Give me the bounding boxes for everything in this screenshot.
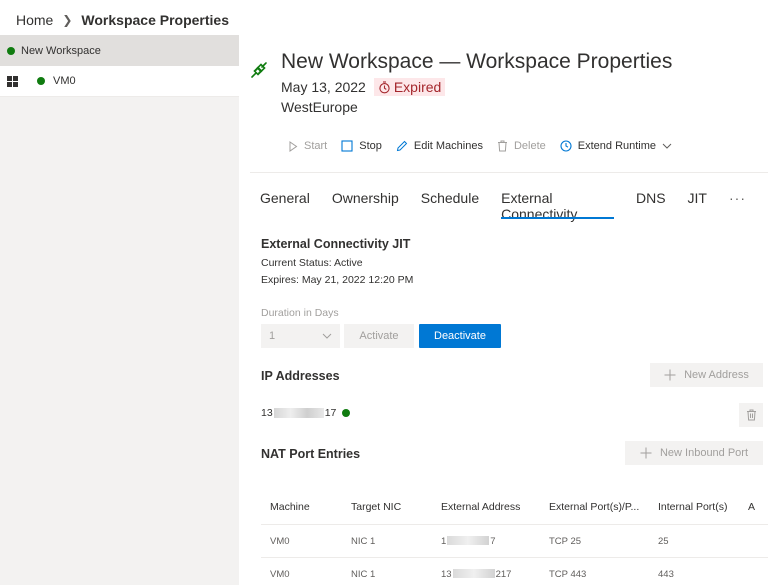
duration-dropdown[interactable]: 1 — [261, 324, 340, 348]
table-row[interactable]: VM0 NIC 1 13 217 TCP 443 443 — [261, 558, 768, 585]
workspace-region: WestEurope — [281, 99, 358, 115]
tab-external-connectivity[interactable]: External Connectivity — [501, 190, 614, 222]
stop-button[interactable]: Stop — [341, 140, 382, 152]
status-dot-icon — [37, 77, 45, 85]
nat-section-title: NAT Port Entries — [261, 447, 361, 461]
sidebar-item-vm0[interactable]: VM0 — [0, 66, 239, 97]
column-header[interactable]: External Port(s)/P... — [549, 501, 658, 513]
status-dot-icon — [342, 409, 351, 417]
cell-external-address: 13 217 — [441, 569, 549, 580]
address-start: 13 — [441, 568, 452, 580]
sidebar: New Workspace VM0 — [0, 35, 239, 585]
page-title: New Workspace — Workspace Properties — [281, 50, 673, 73]
redacted-text — [447, 536, 490, 546]
new-address-label: New Address — [684, 369, 749, 381]
delete-button[interactable]: Delete — [497, 140, 546, 152]
ip-address-end: 17 — [324, 407, 337, 419]
start-button-label: Start — [304, 140, 328, 152]
column-header[interactable]: Machine — [261, 501, 351, 513]
connectivity-plug-icon — [251, 62, 267, 78]
cell-machine: VM0 — [270, 535, 290, 547]
new-inbound-port-label: New Inbound Port — [659, 447, 749, 459]
edit-machines-button[interactable]: Edit Machines — [396, 140, 483, 152]
duration-value: 1 — [269, 330, 276, 342]
chevron-down-icon — [322, 333, 332, 339]
cell-internal-port: 25 — [658, 535, 669, 547]
header-subline: May 13, 2022 Expired — [281, 77, 446, 97]
ip-address-start: 13 — [261, 407, 273, 419]
windows-icon — [7, 75, 18, 87]
main-panel: New Workspace — Workspace Properties May… — [250, 35, 768, 585]
cell-internal-port: 443 — [658, 568, 674, 580]
new-address-button[interactable]: New Address — [650, 363, 763, 387]
start-button[interactable]: Start — [288, 140, 327, 152]
redacted-text — [452, 569, 495, 579]
workspace-date: May 13, 2022 — [281, 79, 366, 95]
tab-schedule[interactable]: Schedule — [421, 190, 479, 216]
stop-button-label: Stop — [359, 140, 382, 152]
pencil-icon — [396, 140, 408, 152]
duration-label: Duration in Days — [261, 307, 339, 319]
tab-more-button[interactable]: ··· — [729, 190, 746, 216]
redacted-text — [273, 408, 324, 418]
activate-button[interactable]: Activate — [344, 324, 414, 348]
column-header[interactable]: External Address — [441, 501, 549, 513]
column-header[interactable]: A — [748, 501, 768, 513]
tab-general[interactable]: General — [260, 190, 310, 216]
delete-ip-button[interactable] — [739, 403, 763, 427]
column-header[interactable]: Target NIC — [351, 501, 441, 513]
cell-external-port: TCP 443 — [549, 568, 587, 580]
cell-external-address: 17 — [441, 536, 549, 547]
breadcrumb: Home ❯ Workspace Properties — [16, 10, 229, 30]
sidebar-item-label: VM0 — [53, 75, 76, 87]
breadcrumb-current: Workspace Properties — [81, 12, 230, 28]
chevron-right-icon: ❯ — [62, 13, 73, 27]
status-dot-icon — [7, 46, 15, 55]
cell-nic: NIC 1 — [351, 568, 376, 580]
nat-table: Machine Target NIC External Address Exte… — [261, 490, 768, 585]
cell-external-port: TCP 25 — [549, 535, 582, 547]
address-start: 1 — [441, 535, 447, 547]
trash-icon — [497, 140, 507, 152]
tab-dns[interactable]: DNS — [636, 190, 666, 216]
cell-machine: VM0 — [270, 568, 290, 580]
tab-bar: General Ownership Schedule External Conn… — [260, 190, 768, 222]
cell-nic: NIC 1 — [351, 535, 376, 547]
ip-address-row: 13 17 — [261, 407, 351, 419]
jit-section-title: External Connectivity JIT — [261, 237, 411, 251]
table-row[interactable]: VM0 NIC 1 17 TCP 25 25 — [261, 525, 768, 558]
extend-runtime-button[interactable]: Extend Runtime — [560, 140, 672, 152]
toolbar-divider — [250, 172, 768, 173]
jit-expires: Expires: May 21, 2022 12:20 PM — [261, 274, 414, 286]
clock-icon — [560, 140, 572, 152]
timer-icon — [379, 80, 390, 93]
ip-section-title: IP Addresses — [261, 369, 340, 383]
trash-icon — [746, 409, 756, 421]
play-icon — [289, 140, 298, 152]
sidebar-item-label: New Workspace — [21, 44, 101, 57]
address-end: 217 — [495, 568, 512, 580]
delete-button-label: Delete — [513, 140, 546, 152]
jit-status: Current Status: Active — [261, 257, 363, 269]
plus-icon — [640, 447, 652, 459]
plus-icon — [664, 369, 676, 381]
deactivate-button[interactable]: Deactivate — [419, 324, 501, 348]
tab-jit[interactable]: JIT — [688, 190, 707, 216]
address-end: 7 — [490, 535, 496, 547]
sidebar-item-workspace[interactable]: New Workspace — [0, 35, 239, 66]
toolbar: Start Stop Edit Machines Delete Extend R… — [288, 136, 686, 156]
new-inbound-port-button[interactable]: New Inbound Port — [625, 441, 763, 465]
status-badge-label: Expired — [393, 79, 442, 95]
breadcrumb-home-link[interactable]: Home — [16, 12, 53, 28]
edit-machines-label: Edit Machines — [413, 140, 483, 152]
table-header: Machine Target NIC External Address Exte… — [261, 490, 768, 525]
stop-icon — [341, 140, 353, 152]
tab-ownership[interactable]: Ownership — [332, 190, 399, 216]
extend-runtime-label: Extend Runtime — [577, 140, 657, 152]
column-header[interactable]: Internal Port(s) — [658, 501, 748, 513]
status-badge: Expired — [373, 78, 446, 96]
chevron-down-icon — [662, 143, 672, 149]
